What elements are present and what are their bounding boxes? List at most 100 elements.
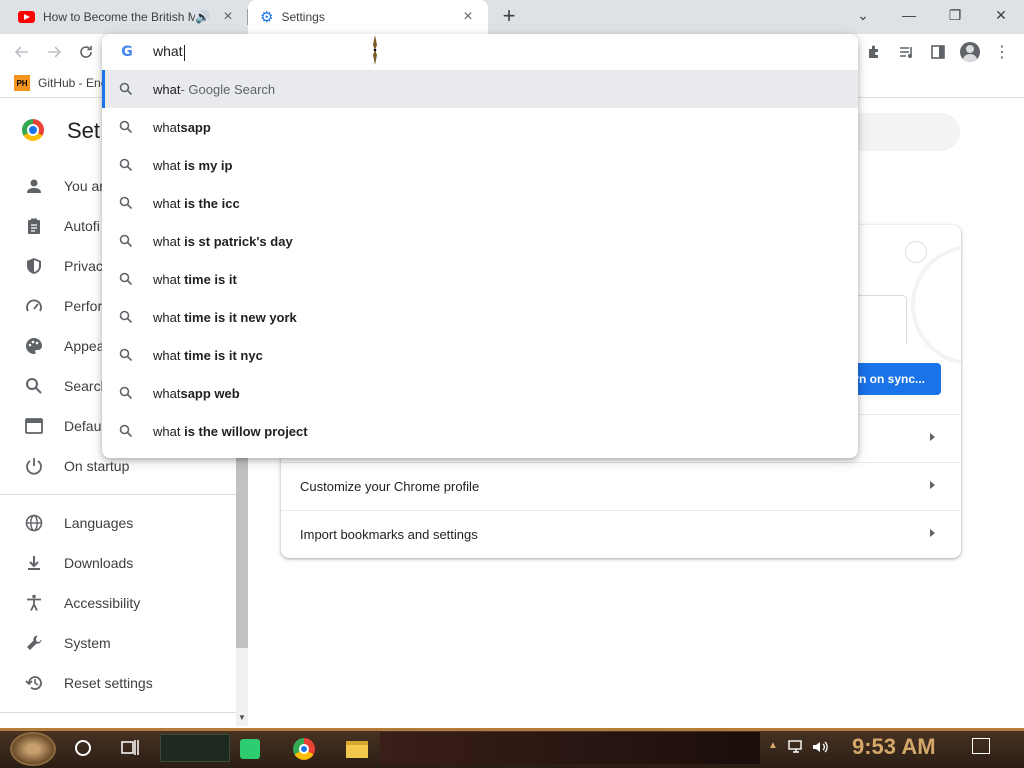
back-button[interactable] bbox=[9, 39, 35, 65]
sidebar-item-system[interactable]: System bbox=[0, 623, 236, 663]
sidebar-item-accessibility[interactable]: Accessibility bbox=[0, 583, 236, 623]
wrench-icon bbox=[23, 632, 45, 654]
sidebar-item-label: Appea bbox=[64, 338, 105, 354]
sidebar-item-label: Privac bbox=[64, 258, 103, 274]
suggestion-prefix: what bbox=[153, 195, 185, 211]
taskbar-clock[interactable]: 9:53 AM bbox=[852, 734, 936, 760]
notification-icon[interactable] bbox=[972, 738, 990, 754]
tab-title: How to Become the British M bbox=[43, 10, 196, 24]
search-icon bbox=[118, 119, 134, 135]
suggestion-row[interactable]: what is my ip bbox=[102, 146, 858, 184]
scroll-down-icon[interactable]: ▼ bbox=[236, 712, 248, 724]
sidebar-item-label: You ar bbox=[64, 178, 104, 194]
suggestion-row[interactable]: what time is it new york bbox=[102, 298, 858, 336]
sidebar-item-label: Accessibility bbox=[64, 595, 141, 611]
tab-search-button[interactable]: ⌄ bbox=[840, 0, 886, 30]
page-title: Set bbox=[67, 118, 101, 143]
sidebar-item-label: Defau bbox=[64, 418, 102, 434]
new-tab-button[interactable]: + bbox=[498, 5, 520, 28]
extensions-icon[interactable] bbox=[863, 41, 885, 63]
suggestion-row[interactable]: what - Google Search bbox=[102, 70, 858, 108]
suggestion-row[interactable]: what is st patrick's day bbox=[102, 222, 858, 260]
settings-row-customize-profile[interactable]: Customize your Chrome profile bbox=[281, 462, 961, 510]
close-window-button[interactable]: ✕ bbox=[978, 0, 1024, 30]
sidebar-item-label: Languages bbox=[64, 515, 134, 531]
text-caret bbox=[183, 44, 185, 61]
ph-favicon-icon: PH bbox=[14, 75, 30, 91]
suggestion-prefix: what bbox=[153, 347, 185, 363]
avatar-icon bbox=[960, 42, 980, 62]
tray-overflow-icon[interactable]: ▲ bbox=[768, 740, 778, 751]
sidebar-item-reset[interactable]: Reset settings bbox=[0, 663, 236, 703]
search-icon bbox=[118, 309, 134, 325]
clipboard-icon bbox=[23, 215, 45, 237]
youtube-icon bbox=[18, 11, 35, 23]
taskbar-app-file-explorer[interactable] bbox=[337, 734, 377, 764]
reload-button[interactable] bbox=[73, 39, 99, 65]
network-icon[interactable] bbox=[788, 740, 804, 757]
person-icon bbox=[23, 175, 45, 197]
bookmark-label: GitHub - Enc bbox=[38, 76, 107, 90]
suggestion-prefix: what bbox=[153, 309, 185, 325]
search-icon bbox=[118, 157, 134, 173]
suggestion-prefix: what bbox=[153, 233, 185, 249]
address-input[interactable]: what bbox=[153, 43, 185, 61]
side-panel-icon[interactable] bbox=[927, 41, 949, 63]
taskbar-app-chrome[interactable] bbox=[284, 734, 324, 764]
forward-button[interactable] bbox=[41, 39, 67, 65]
minimize-button[interactable]: — bbox=[886, 0, 932, 30]
power-icon bbox=[23, 455, 45, 477]
suggestion-row[interactable]: what sapp web bbox=[102, 374, 858, 412]
suggestion-completion: sapp web bbox=[180, 385, 240, 401]
suggestion-row[interactable]: what sapp bbox=[102, 108, 858, 146]
restore-icon bbox=[23, 672, 45, 694]
taskbar-app-notes[interactable] bbox=[230, 734, 270, 764]
tab-title: Settings bbox=[281, 10, 325, 24]
tab-settings[interactable]: ⚙ Settings × bbox=[248, 0, 488, 34]
suggestion-row[interactable]: what is the willow project bbox=[102, 412, 858, 450]
palette-icon bbox=[23, 335, 45, 357]
profile-avatar[interactable] bbox=[959, 41, 981, 63]
suggestion-completion: is the willow project bbox=[184, 423, 308, 439]
arrow-right-icon bbox=[48, 46, 62, 58]
media-control-icon[interactable] bbox=[895, 41, 917, 63]
arrow-left-icon bbox=[14, 46, 28, 58]
settings-row-import-bookmarks[interactable]: Import bookmarks and settings bbox=[281, 510, 961, 558]
bookmark-github[interactable]: PH GitHub - Enc bbox=[14, 75, 107, 91]
sidebar-item-languages[interactable]: Languages bbox=[0, 503, 236, 543]
task-view-icon[interactable] bbox=[121, 739, 139, 756]
volume-icon[interactable] bbox=[812, 740, 830, 757]
reload-icon bbox=[80, 46, 92, 58]
suggestion-row[interactable]: what time is it bbox=[102, 260, 858, 298]
search-icon bbox=[118, 81, 134, 97]
search-icon bbox=[118, 271, 134, 287]
start-button[interactable] bbox=[10, 732, 56, 766]
browser-icon bbox=[23, 415, 45, 437]
chrome-logo-icon bbox=[22, 119, 44, 141]
suggestion-prefix: what bbox=[153, 157, 185, 173]
tab-youtube[interactable]: How to Become the British M 🔊 × bbox=[8, 0, 248, 34]
sidebar-item-label: On startup bbox=[64, 458, 130, 474]
scrollbar-thumb[interactable] bbox=[236, 458, 248, 648]
sidebar-divider bbox=[0, 712, 236, 713]
close-tab-icon[interactable]: × bbox=[218, 7, 238, 27]
screen: How to Become the British M 🔊 × ⚙ Settin… bbox=[0, 0, 1024, 768]
sidebar-item-label: Autofi bbox=[64, 218, 100, 234]
cortana-icon[interactable] bbox=[75, 740, 91, 756]
restore-button[interactable]: ❐ bbox=[932, 0, 978, 30]
search-icon bbox=[118, 195, 134, 211]
sidebar-item-downloads[interactable]: Downloads bbox=[0, 543, 236, 583]
suggestion-suffix: - Google Search bbox=[180, 81, 276, 97]
file-explorer-icon bbox=[346, 740, 368, 758]
menu-kebab-icon[interactable]: ⋮ bbox=[991, 41, 1013, 63]
taskbar-search-box[interactable] bbox=[160, 734, 230, 762]
omnibox-dropdown: G what what - Google Search what sapp wha… bbox=[102, 34, 858, 458]
speaker-icon[interactable]: 🔊 bbox=[195, 10, 210, 24]
close-tab-icon[interactable]: × bbox=[458, 7, 478, 27]
suggestion-row[interactable]: what time is it nyc bbox=[102, 336, 858, 374]
taskbar-wallpaper-area bbox=[380, 732, 760, 764]
sidebar-item-label: Reset settings bbox=[64, 675, 153, 691]
search-icon bbox=[118, 423, 134, 439]
suggestion-row[interactable]: what is the icc bbox=[102, 184, 858, 222]
address-bar[interactable]: G what bbox=[102, 34, 858, 70]
